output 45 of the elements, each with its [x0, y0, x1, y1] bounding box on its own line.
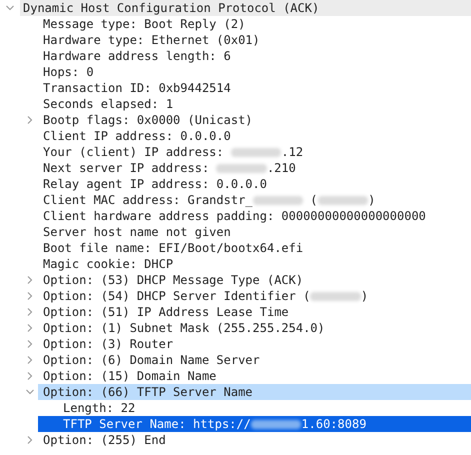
redaction-blur — [230, 148, 282, 156]
tree-row[interactable]: Client IP address: 0.0.0.0 — [38, 128, 471, 144]
tree-row[interactable]: Option: (53) DHCP Message Type (ACK) — [38, 272, 471, 288]
tree-row[interactable]: Client hardware address padding: 00000000000000000000 — [38, 208, 471, 224]
redaction-blur — [252, 196, 304, 204]
tree-row[interactable]: Message type: Boot Reply (2) — [38, 16, 471, 32]
tree-row[interactable]: Next server IP address: .210 — [38, 160, 471, 176]
tree-row[interactable]: Option: (66) TFTP Server Name — [38, 384, 471, 400]
tree-row[interactable]: Option: (51) IP Address Lease Time — [38, 304, 471, 320]
tree-row[interactable]: Option: (54) DHCP Server Identifier ( ) — [38, 288, 471, 304]
tree-row[interactable]: Boot file name: EFI/Boot/bootx64.efi — [38, 240, 471, 256]
tree-row[interactable]: Transaction ID: 0xb9442514 — [38, 80, 471, 96]
redaction-blur — [318, 196, 368, 204]
chevron-right-icon[interactable] — [26, 308, 34, 316]
tree-row[interactable]: Option: (1) Subnet Mask (255.255.254.0) — [38, 320, 471, 336]
tree-row[interactable]: Server host name not given — [38, 224, 471, 240]
tree-row[interactable]: Option: (3) Router — [38, 336, 471, 352]
tree-row[interactable]: Hops: 0 — [38, 64, 471, 80]
tree-row[interactable]: Length: 22 — [38, 400, 471, 416]
chevron-right-icon[interactable] — [26, 116, 34, 124]
tree-row[interactable]: Dynamic Host Configuration Protocol (ACK) — [20, 0, 471, 16]
tree-row[interactable]: Client MAC address: Grandstr_ ( ) — [38, 192, 471, 208]
tree-row[interactable]: Seconds elapsed: 1 — [38, 96, 471, 112]
tree-row[interactable]: Relay agent IP address: 0.0.0.0 — [38, 176, 471, 192]
chevron-down-icon[interactable] — [6, 4, 14, 12]
chevron-right-icon[interactable] — [26, 372, 34, 380]
tree-row[interactable]: Your (client) IP address: .12 — [38, 144, 471, 160]
chevron-right-icon[interactable] — [26, 276, 34, 284]
tree-row[interactable]: Magic cookie: DHCP — [38, 256, 471, 272]
redaction-blur — [250, 420, 302, 428]
chevron-right-icon[interactable] — [26, 436, 34, 444]
tree-row[interactable]: TFTP Server Name: https:// 1.60:8089 — [38, 416, 471, 432]
chevron-down-icon[interactable] — [26, 388, 34, 396]
tree-row[interactable]: Option: (6) Domain Name Server — [38, 352, 471, 368]
redaction-blur — [216, 164, 267, 172]
tree-row[interactable]: Bootp flags: 0x0000 (Unicast) — [38, 112, 471, 128]
tree-row[interactable]: Option: (15) Domain Name — [38, 368, 471, 384]
tree-row[interactable]: Hardware address length: 6 — [38, 48, 471, 64]
chevron-right-icon[interactable] — [26, 356, 34, 364]
tree-row[interactable]: Hardware type: Ethernet (0x01) — [38, 32, 471, 48]
chevron-right-icon[interactable] — [26, 340, 34, 348]
chevron-right-icon[interactable] — [26, 292, 34, 300]
chevron-right-icon[interactable] — [26, 324, 34, 332]
tree-row[interactable]: Option: (255) End — [38, 432, 471, 448]
redaction-blur — [310, 292, 361, 300]
